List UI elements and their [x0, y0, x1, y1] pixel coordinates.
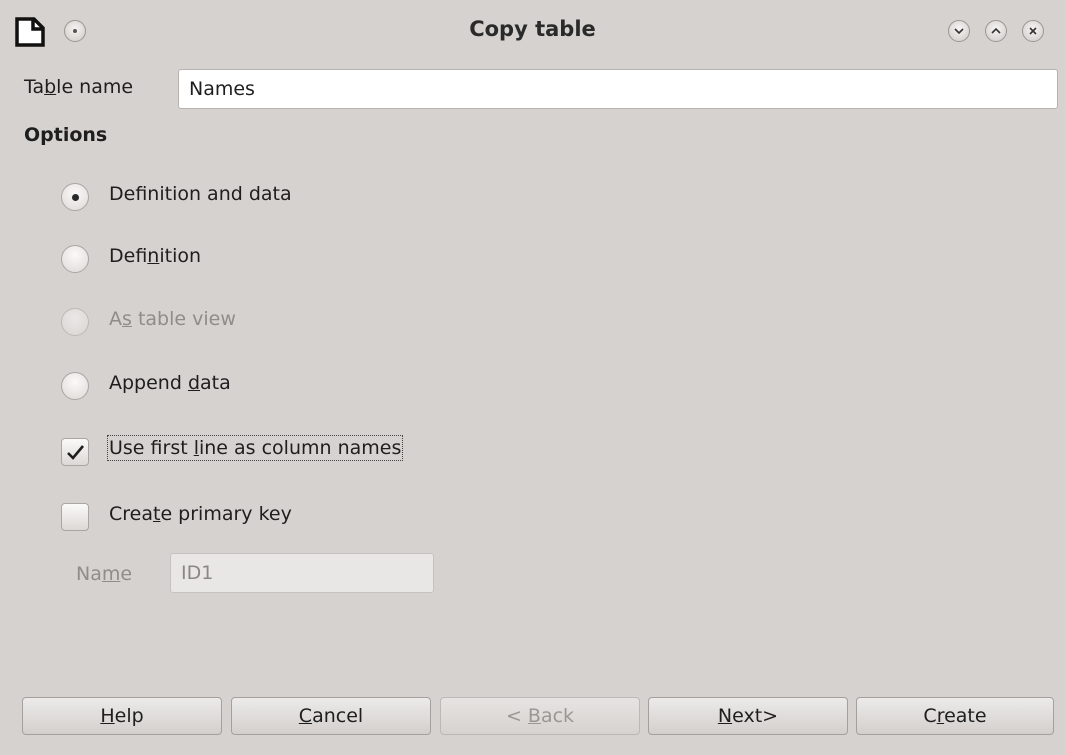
label-text: elp — [114, 705, 144, 727]
create-primary-key-label[interactable]: Create primary key — [109, 503, 292, 525]
label-text: < — [505, 705, 528, 727]
maximize-button[interactable] — [985, 20, 1007, 42]
next-button[interactable]: Next> — [648, 697, 848, 735]
label-text: Use first — [109, 437, 194, 459]
label-text: e — [120, 563, 133, 585]
label-text: Append — [109, 372, 188, 394]
label-mnemonic: H — [100, 705, 115, 727]
create-button[interactable]: Create — [856, 697, 1054, 735]
table-name-input[interactable]: Names — [178, 69, 1058, 109]
table-name-label: Table name — [24, 76, 133, 98]
label-mnemonic: b — [44, 76, 57, 98]
back-button: < Back — [440, 697, 640, 735]
close-icon — [1029, 27, 1037, 35]
key-name-value: ID1 — [181, 562, 214, 584]
radio-definition[interactable] — [61, 245, 89, 273]
use-first-line-label[interactable]: Use first line as column names — [106, 435, 404, 461]
label-text: e primary key — [160, 503, 292, 525]
radio-append-data[interactable] — [61, 372, 89, 400]
table-name-value: Names — [189, 78, 255, 100]
option-label-append-data[interactable]: Append data — [109, 372, 231, 394]
label-text: ine as column names — [198, 437, 402, 459]
radio-definition-and-data[interactable] — [61, 183, 89, 211]
label-text: ancel — [312, 705, 364, 727]
label-text: Ta — [24, 76, 45, 98]
label-text: nition and data — [147, 183, 292, 205]
label-mnemonic: N — [717, 705, 733, 727]
minimize-button[interactable] — [948, 20, 970, 42]
chevron-down-icon — [954, 28, 964, 35]
close-button[interactable] — [1022, 20, 1044, 42]
help-button[interactable]: Help — [22, 697, 222, 735]
label-text: ata — [200, 372, 231, 394]
label-text: Crea — [109, 503, 153, 525]
label-mnemonic: B — [527, 705, 541, 727]
title-bar: Copy table — [0, 0, 1065, 62]
label-text: le name — [56, 76, 134, 98]
label-text: ext> — [732, 705, 779, 727]
label-text: Na — [76, 563, 102, 585]
label-text: Def — [109, 183, 148, 205]
option-label-as-table-view: As table view — [109, 308, 236, 330]
label-text: table view — [131, 308, 236, 330]
option-label-definition-and-data[interactable]: Definition and data — [109, 183, 292, 205]
key-name-label: Name — [76, 563, 132, 585]
label-mnemonic: d — [187, 372, 201, 394]
label-text: ition — [159, 245, 202, 267]
option-label-definition[interactable]: Definition — [109, 245, 201, 267]
label-mnemonic: m — [101, 563, 121, 585]
chevron-up-icon — [991, 27, 1001, 34]
label-mnemonic: r — [936, 705, 945, 727]
window-title: Copy table — [469, 17, 596, 41]
label-mnemonic: C — [298, 705, 313, 727]
label-text: eate — [944, 705, 987, 727]
cancel-button[interactable]: Cancel — [231, 697, 431, 735]
options-heading: Options — [24, 124, 108, 146]
radio-as-table-view — [61, 308, 89, 336]
label-mnemonic: n — [147, 245, 160, 267]
use-first-line-checkbox[interactable] — [61, 438, 89, 466]
label-text: A — [109, 308, 122, 330]
label-text: C — [923, 705, 937, 727]
create-primary-key-checkbox[interactable] — [61, 503, 89, 531]
label-text: Defi — [109, 245, 148, 267]
checkmark-icon — [67, 445, 84, 460]
label-mnemonic: s — [122, 308, 132, 330]
key-name-input: ID1 — [170, 553, 434, 593]
label-text: ack — [540, 705, 575, 727]
